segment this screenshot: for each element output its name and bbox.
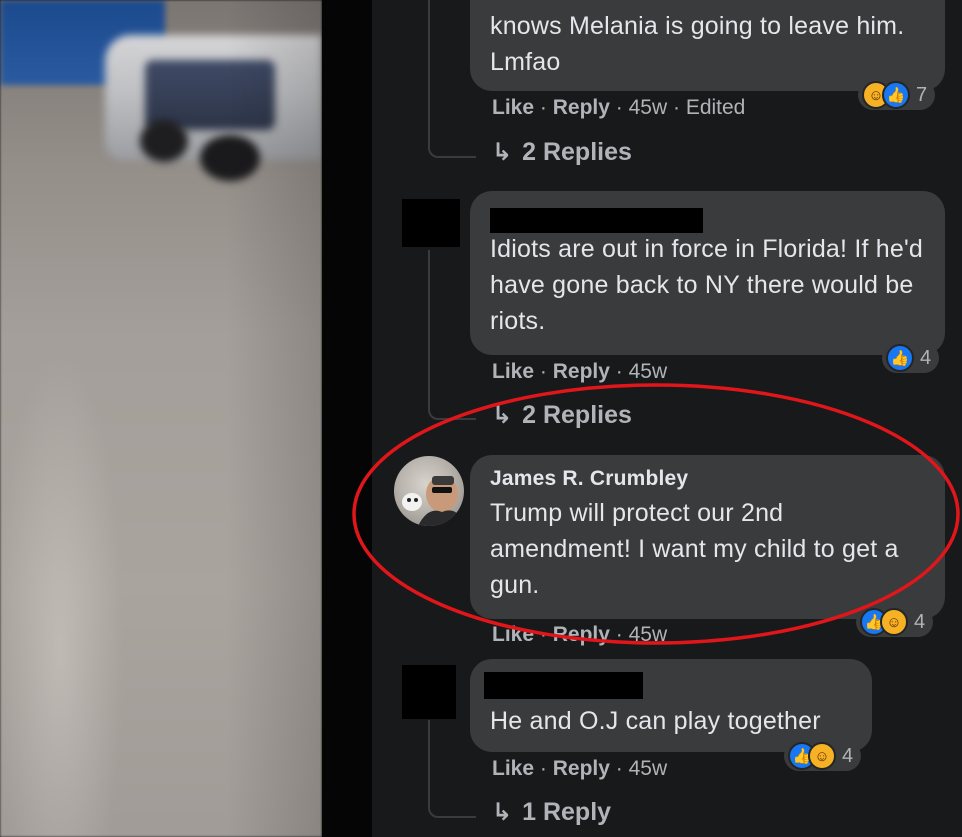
reply-arrow-icon: ↳: [492, 799, 513, 826]
comment-bubble: knows Melania is going to leave him. Lmf…: [470, 0, 945, 91]
comment-actions: Like · Reply · 45w: [492, 623, 668, 646]
reactions-badge[interactable]: 👍 4: [882, 343, 940, 373]
comments-panel: knows Melania is going to leave him. Lmf…: [372, 0, 962, 837]
timestamp[interactable]: 45w: [629, 360, 668, 383]
like-button[interactable]: Like: [492, 360, 534, 383]
haha-icon: ☺: [880, 608, 908, 636]
reaction-count: 4: [920, 346, 932, 369]
view-replies-link[interactable]: ↳ 1 Reply: [492, 798, 611, 827]
like-icon: 👍: [882, 81, 910, 109]
divider-bar: [322, 0, 372, 837]
comment-author[interactable]: James R. Crumbley: [490, 467, 931, 491]
reactions-badge[interactable]: ☺ 👍 7: [858, 80, 936, 110]
reply-arrow-icon: ↳: [492, 402, 513, 429]
comment-text: He and O.J can play together: [490, 707, 821, 735]
comment-actions: Like · Reply · 45w: [492, 757, 668, 780]
redacted-avatar: [402, 665, 456, 719]
comment-text: knows Melania is going to leave him. Lmf…: [490, 12, 905, 76]
comment-text: Trump will protect our 2nd amendment! I …: [490, 499, 899, 599]
reply-arrow-icon: ↳: [492, 139, 513, 166]
comment-actions: Like · Reply · 45w · Edited: [492, 96, 746, 119]
edited-label: Edited: [685, 96, 746, 119]
view-replies-link[interactable]: ↳ 2 Replies: [492, 138, 632, 167]
view-replies-link[interactable]: ↳ 2 Replies: [492, 401, 632, 430]
background-photo: [0, 0, 322, 837]
like-icon: 👍: [886, 344, 914, 372]
like-button[interactable]: Like: [492, 623, 534, 646]
reply-button[interactable]: Reply: [553, 757, 610, 780]
reply-button[interactable]: Reply: [553, 360, 610, 383]
avatar-photo: [402, 476, 464, 526]
reply-button[interactable]: Reply: [553, 96, 610, 119]
comment-text: Idiots are out in force in Florida! If h…: [490, 235, 924, 335]
reaction-count: 7: [916, 83, 928, 106]
comment-bubble: James R. Crumbley Trump will protect our…: [470, 455, 945, 619]
reactions-badge[interactable]: 👍 ☺ 4: [784, 741, 862, 771]
timestamp[interactable]: 45w: [629, 757, 668, 780]
thread-line: [428, 0, 476, 158]
reaction-count: 4: [914, 610, 926, 633]
reply-button[interactable]: Reply: [553, 623, 610, 646]
timestamp[interactable]: 45w: [629, 623, 668, 646]
redacted-author-name: [484, 672, 643, 699]
reaction-count: 4: [842, 744, 854, 767]
avatar[interactable]: [394, 456, 464, 526]
haha-icon: ☺: [808, 742, 836, 770]
like-button[interactable]: Like: [492, 757, 534, 780]
redacted-author-name: [490, 208, 703, 233]
comment-actions: Like · Reply · 45w: [492, 360, 668, 383]
thread-line: [428, 250, 476, 420]
redacted-avatar: [402, 199, 460, 247]
timestamp[interactable]: 45w: [629, 96, 668, 119]
like-button[interactable]: Like: [492, 96, 534, 119]
thread-line: [428, 720, 476, 818]
reactions-badge[interactable]: 👍 ☺ 4: [856, 607, 934, 637]
